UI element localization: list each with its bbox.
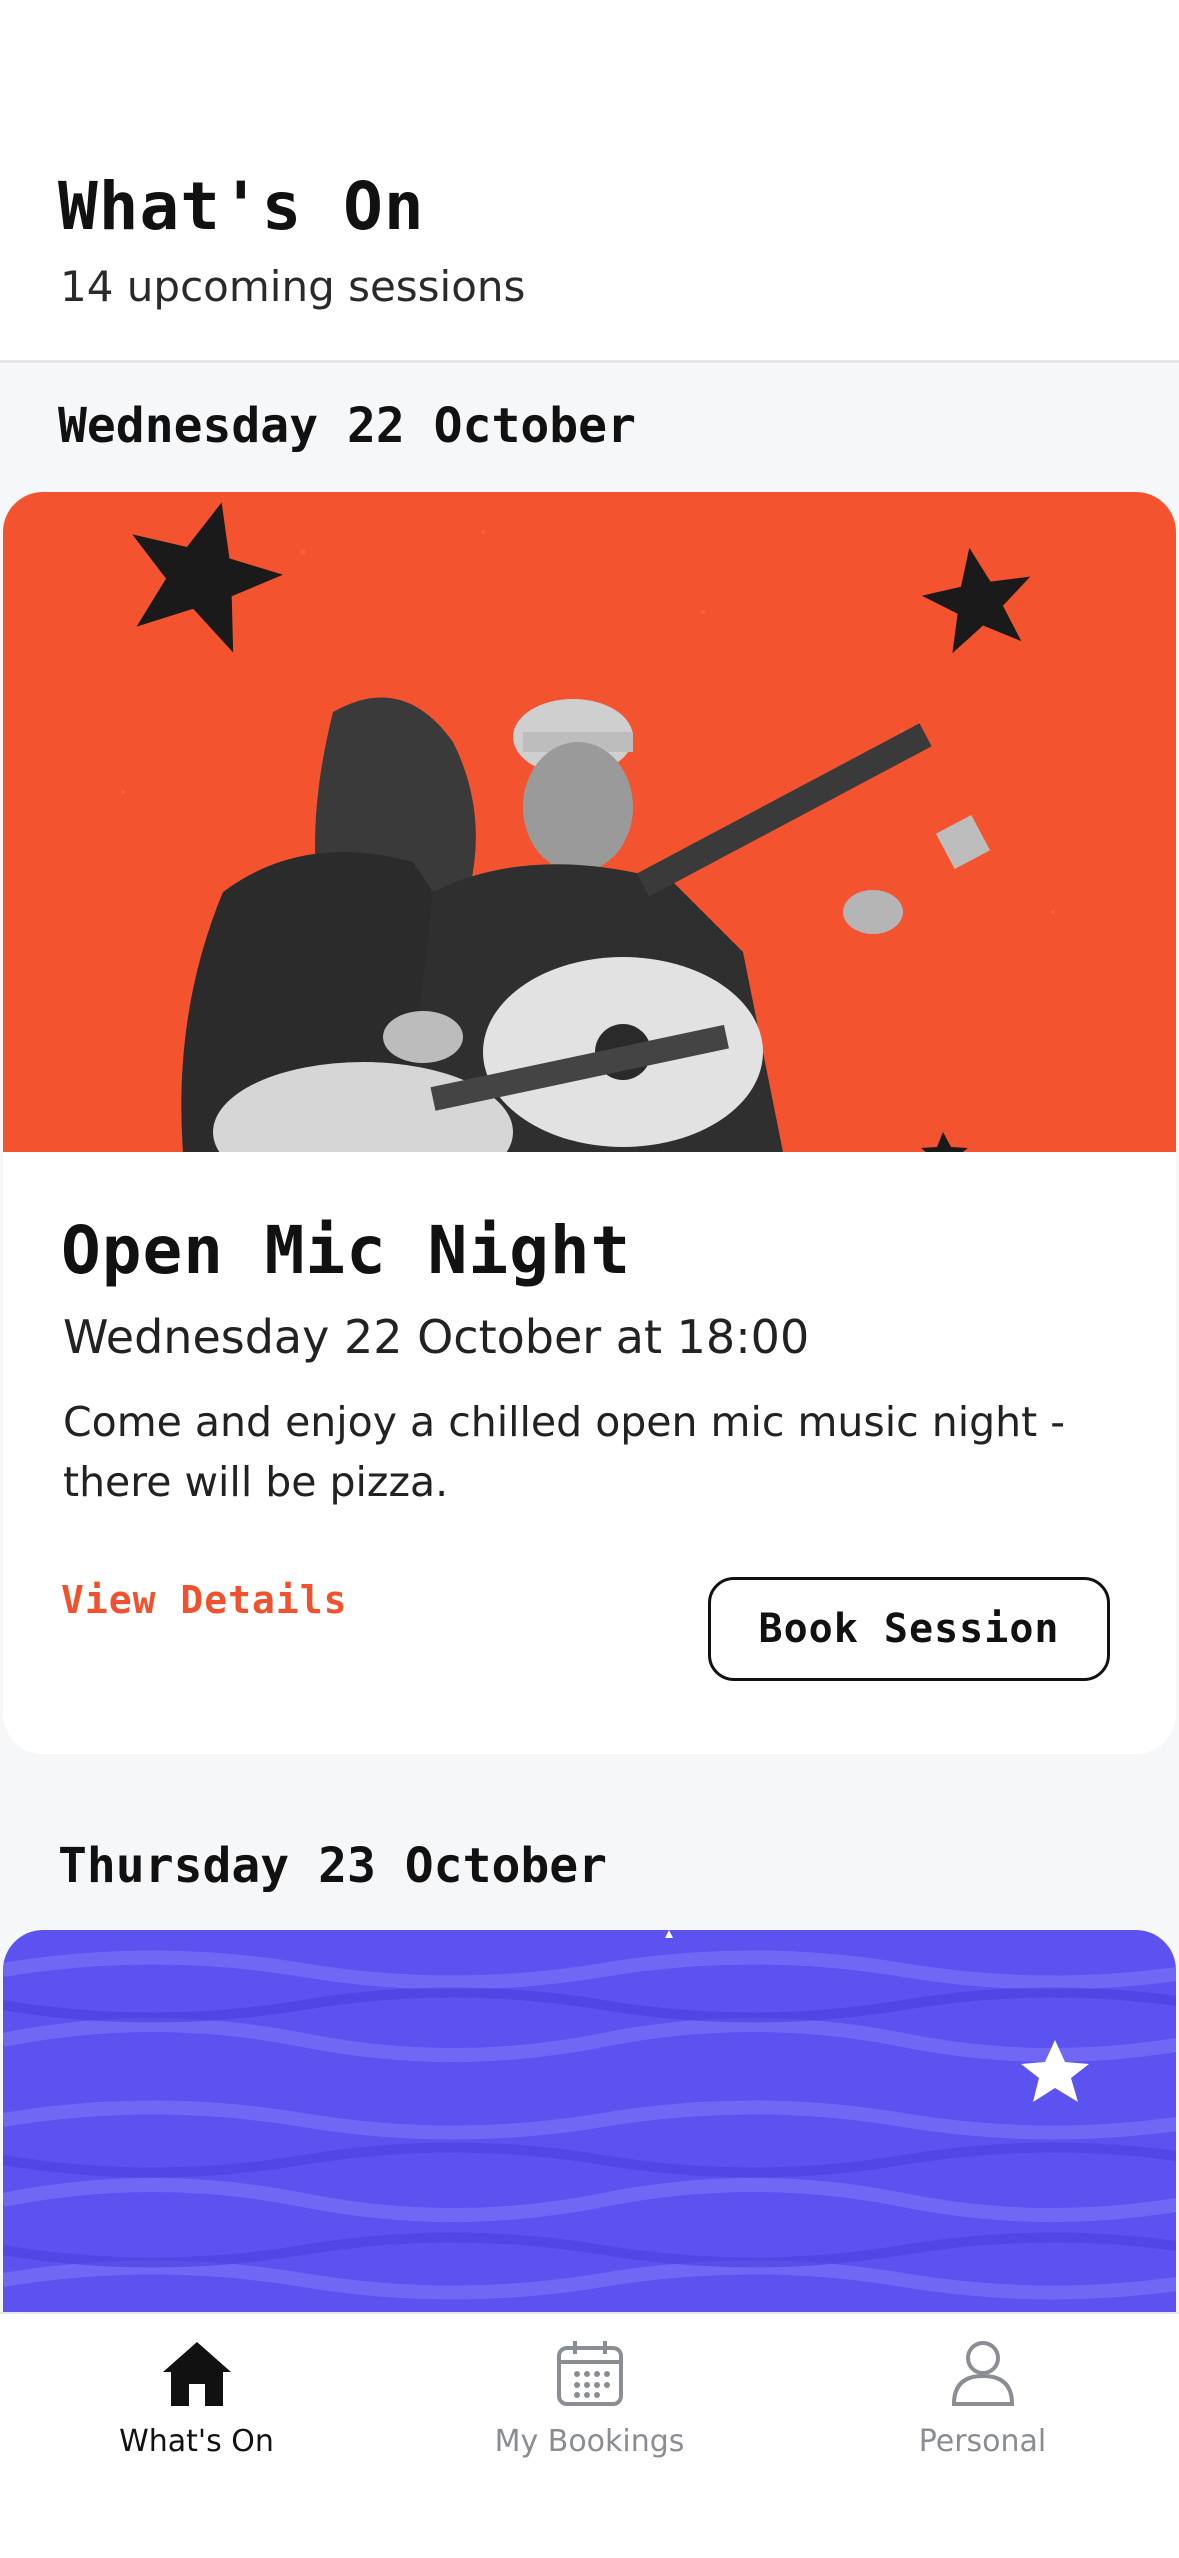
nav-label: Personal (918, 2424, 1047, 2459)
nav-label: What's On (119, 2424, 274, 2459)
view-details-link[interactable]: View Details (61, 1578, 348, 1622)
date-heading: Thursday 23 October (58, 1838, 608, 1894)
event-image (3, 1930, 1176, 2312)
session-count: 14 upcoming sessions (60, 262, 526, 311)
page-title: What's On (58, 168, 425, 245)
date-heading: Wednesday 22 October (58, 398, 636, 454)
nav-my-bookings[interactable]: My Bookings (393, 2314, 786, 2484)
event-description: Come and enjoy a chilled open mic music … (63, 1398, 1065, 1506)
book-session-button[interactable]: Book Session (708, 1577, 1110, 1681)
nav-personal[interactable]: Personal (786, 2314, 1179, 2484)
calendar-icon (555, 2334, 625, 2412)
event-card: Open Mic Night Wednesday 22 October at 1… (3, 492, 1176, 1754)
event-card (3, 1930, 1176, 2312)
nav-label: My Bookings (494, 2424, 685, 2459)
home-icon (161, 2334, 233, 2412)
page-header: What's On 14 upcoming sessions (0, 0, 1179, 363)
person-icon (948, 2334, 1018, 2412)
event-datetime: Wednesday 22 October at 18:00 (63, 1310, 810, 1364)
nav-whats-on[interactable]: What's On (0, 2314, 393, 2484)
bottom-nav: What's On My Bookings Personal (0, 2312, 1179, 2558)
event-title: Open Mic Night (61, 1212, 632, 1289)
event-image (3, 492, 1176, 1152)
